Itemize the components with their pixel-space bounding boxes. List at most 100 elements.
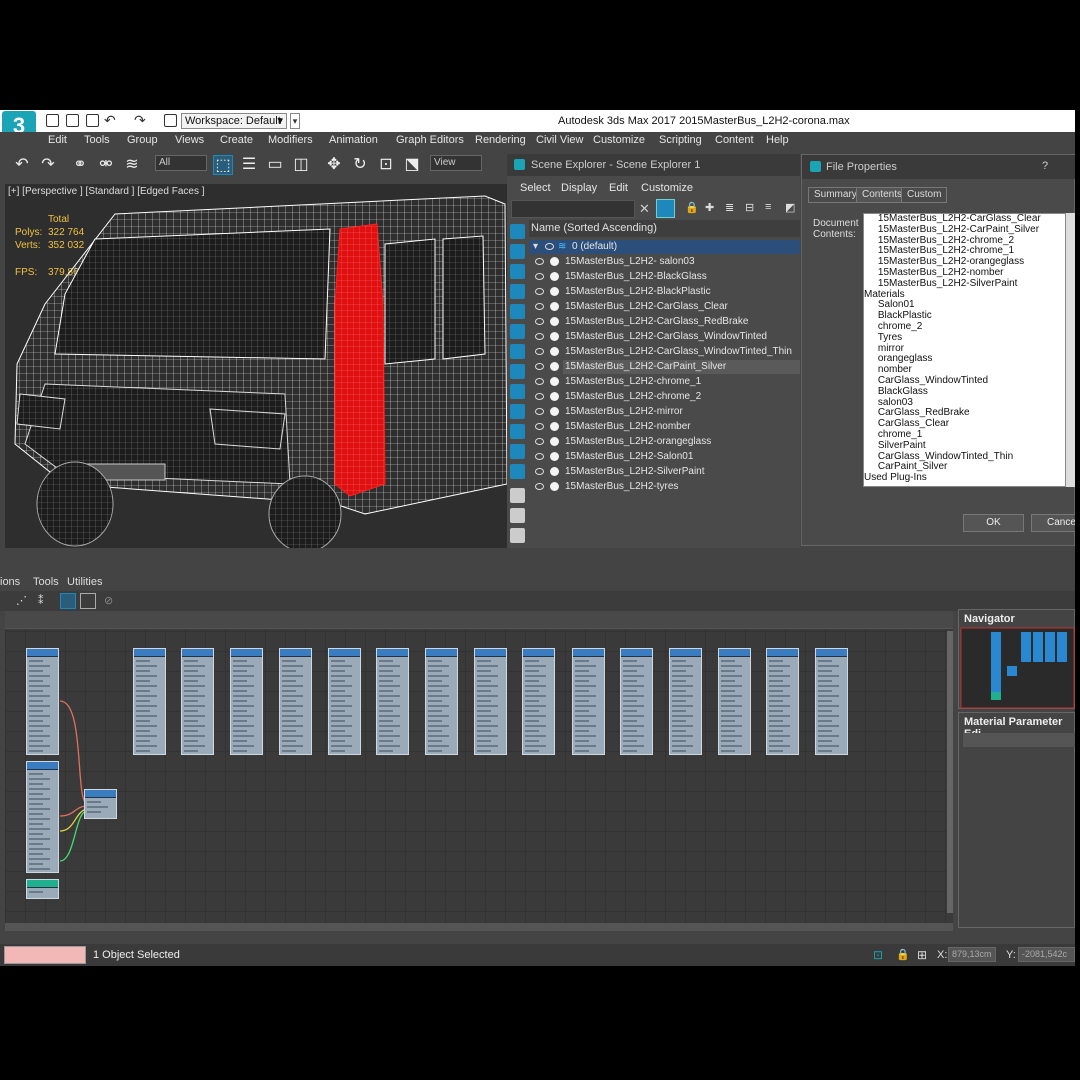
place-icon[interactable]: ⬔ [402, 155, 422, 175]
tab-summary[interactable]: Summary [808, 187, 863, 203]
material-node[interactable] [522, 648, 555, 755]
link-icon[interactable]: ⚭ [70, 155, 90, 175]
slate-menu-options[interactable]: ions [0, 576, 20, 588]
help-icon[interactable]: ? [1042, 160, 1048, 172]
menu-graph-editors[interactable]: Graph Editors [396, 134, 464, 146]
material-node[interactable] [572, 648, 605, 755]
scene-object-row[interactable]: 15MasterBus_L2H2-orangeglass [535, 435, 800, 449]
visibility-icon[interactable] [535, 468, 544, 475]
display-spacewarps-icon[interactable] [510, 344, 525, 359]
add-layer-icon[interactable]: ✚ [705, 201, 714, 214]
material-node[interactable] [230, 648, 263, 755]
save-icon[interactable] [86, 114, 99, 127]
scene-menu-select[interactable]: Select [520, 182, 551, 194]
scene-object-row[interactable]: 15MasterBus_L2H2-chrome_1 [535, 375, 800, 389]
scene-menu-customize[interactable]: Customize [641, 182, 693, 194]
perspective-viewport[interactable]: [+] [Perspective ] [Standard ] [Edged Fa… [5, 184, 507, 548]
menu-scripting[interactable]: Scripting [659, 134, 702, 146]
display-all-icon[interactable] [510, 224, 525, 239]
display-shapes-icon[interactable] [510, 304, 525, 319]
tab-custom[interactable]: Custom [901, 187, 948, 203]
absolute-mode-icon[interactable]: ⊞ [917, 948, 927, 962]
menu-content[interactable]: Content [715, 134, 754, 146]
open-folder-icon[interactable] [66, 114, 79, 127]
visibility-icon[interactable] [535, 408, 544, 415]
visibility-icon[interactable] [535, 303, 544, 310]
scene-object-row[interactable]: 15MasterBus_L2H2-Salon01 [535, 450, 800, 464]
material-node[interactable] [328, 648, 361, 755]
window-crossing-icon[interactable]: ◫ [291, 155, 311, 175]
display-bones-icon[interactable] [510, 404, 525, 419]
project-folder-icon[interactable] [164, 114, 177, 127]
document-contents-list[interactable]: 15MasterBus_L2H2-CarGlass_Clear 15Master… [863, 213, 1066, 487]
contents-scrollbar[interactable] [1066, 213, 1075, 487]
visibility-icon[interactable] [535, 318, 544, 325]
undo-icon[interactable]: ↶ [12, 155, 32, 175]
redo-icon[interactable]: ↷ [134, 112, 146, 129]
visibility-icon[interactable] [535, 273, 544, 280]
display-groups-icon[interactable] [510, 364, 525, 379]
isolate-selection-icon[interactable]: ⊡ [873, 948, 883, 962]
lock-icon[interactable]: 🔒 [685, 201, 699, 214]
scene-object-row[interactable]: 15MasterBus_L2H2-BlackGlass [535, 270, 800, 284]
scene-menu-edit[interactable]: Edit [609, 182, 628, 194]
van-wireframe-model[interactable] [5, 184, 507, 548]
display-cameras-icon[interactable] [510, 284, 525, 299]
scene-search-input[interactable] [511, 200, 635, 218]
display-xrefs-icon[interactable] [510, 384, 525, 399]
material-node[interactable] [425, 648, 458, 755]
scene-explorer-titlebar[interactable]: Scene Explorer - Scene Explorer 1 [507, 154, 800, 176]
menu-civil-view[interactable]: Civil View [536, 134, 583, 146]
display-hidden-icon[interactable] [510, 464, 525, 479]
visibility-icon[interactable] [535, 378, 544, 385]
none-display-icon[interactable] [510, 508, 525, 523]
visibility-icon[interactable] [535, 333, 544, 340]
file-properties-titlebar[interactable]: File Properties ? [802, 155, 1075, 179]
selection-lock-icon[interactable]: 🔒 [896, 948, 910, 961]
parameter-rollout[interactable] [963, 733, 1075, 747]
scene-menu-display[interactable]: Display [561, 182, 597, 194]
scene-object-row[interactable]: 15MasterBus_L2H2-CarGlass_WindowTinted [535, 330, 800, 344]
layers-icon[interactable]: ≣ [725, 201, 734, 214]
parameter-editor-icon[interactable] [80, 593, 96, 609]
layout-children-icon[interactable]: ⁑ [38, 594, 44, 607]
visibility-icon[interactable] [535, 393, 544, 400]
node-view-hscrollbar[interactable] [5, 923, 953, 931]
material-browser-icon[interactable] [60, 593, 76, 609]
invert-display-icon[interactable] [510, 488, 525, 503]
multi-material-node[interactable] [84, 789, 117, 819]
move-to-layer-icon[interactable]: ⊟ [745, 201, 754, 214]
select-object-icon[interactable]: ⬚ [213, 155, 233, 175]
ok-button[interactable]: OK [963, 514, 1024, 532]
material-node[interactable] [133, 648, 166, 755]
slate-menu-utilities[interactable]: Utilities [67, 576, 102, 588]
select-by-name-icon[interactable]: ☰ [239, 155, 259, 175]
reference-coordinate-select[interactable]: View [430, 155, 482, 171]
visibility-icon[interactable] [545, 243, 554, 250]
layer-row[interactable]: ▾ ≋ 0 (default) [529, 240, 800, 254]
redo-icon[interactable]: ↷ [38, 155, 58, 175]
select-and-move-icon[interactable]: ✥ [324, 155, 344, 175]
visibility-icon[interactable] [535, 453, 544, 460]
material-node[interactable] [718, 648, 751, 755]
menu-tools[interactable]: Tools [84, 134, 110, 146]
slate-menu-tools[interactable]: Tools [33, 576, 59, 588]
menu-customize[interactable]: Customize [593, 134, 645, 146]
x-coord-field[interactable]: 879,13cm [948, 947, 996, 962]
material-node[interactable] [766, 648, 799, 755]
display-frozen-icon[interactable] [510, 444, 525, 459]
scene-object-row[interactable]: 15MasterBus_L2H2-mirror [535, 405, 800, 419]
cancel-button[interactable]: Cancel [1031, 514, 1075, 532]
scene-object-row[interactable]: 15MasterBus_L2H2-chrome_2 [535, 390, 800, 404]
scene-object-row[interactable]: 15MasterBus_L2H2-SilverPaint [535, 465, 800, 479]
overflow-menu-icon[interactable]: ▾ [290, 113, 300, 129]
unlink-icon[interactable]: ⚮ [96, 155, 116, 175]
scene-object-row[interactable]: 15MasterBus_L2H2-CarGlass_WindowTinted_T… [535, 345, 800, 359]
visibility-icon[interactable] [535, 423, 544, 430]
layer-stack-icon[interactable]: ≡ [765, 201, 771, 213]
material-node[interactable] [474, 648, 507, 755]
scene-object-row[interactable]: 15MasterBus_L2H2-tyres [535, 480, 800, 494]
maxscript-listener-input[interactable] [4, 946, 86, 964]
node-view[interactable] [5, 611, 953, 931]
column-header-name[interactable]: Name (Sorted Ascending) [529, 220, 800, 237]
